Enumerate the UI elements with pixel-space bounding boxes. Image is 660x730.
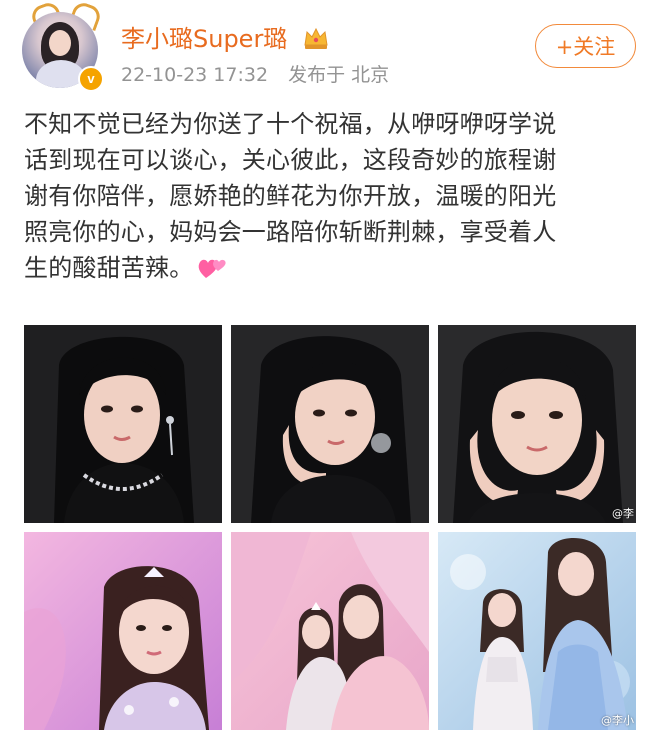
follow-button[interactable]: +关注 xyxy=(535,24,636,68)
photo-6-watermark: @李小 xyxy=(601,714,634,727)
photo-3-watermark: @李 xyxy=(612,507,634,520)
post-body: 不知不觉已经为你送了十个祝福，从咿呀咿呀学说 话到现在可以谈心，关心彼此，这段奇… xyxy=(24,106,644,286)
photo-2[interactable] xyxy=(231,325,429,523)
post-text-line-5-wrap: 生的酸甜苦辣。 xyxy=(24,250,644,286)
post-text-line-3: 谢有你陪伴，愿娇艳的鲜花为你开放，温暖的阳光 xyxy=(24,182,557,210)
crown-icon xyxy=(304,27,328,49)
photo-4[interactable] xyxy=(24,532,222,730)
post-meta: 22-10-23 17:32 发布于 北京 xyxy=(121,62,403,88)
photo-5[interactable] xyxy=(231,532,429,730)
post-text-line-1: 不知不觉已经为你送了十个祝福，从咿呀咿呀学说 xyxy=(24,110,557,138)
verified-badge-icon: v xyxy=(78,66,104,92)
post-text-line-2: 话到现在可以谈心，关心彼此，这段奇妙的旅程谢 xyxy=(24,146,557,174)
photo-1[interactable] xyxy=(24,325,222,523)
photo-6[interactable]: @李小 xyxy=(438,532,636,730)
username-link[interactable]: 李小璐Super璐 xyxy=(121,24,287,54)
post-timestamp: 22-10-23 17:32 xyxy=(121,64,269,86)
two-hearts-icon xyxy=(199,259,227,278)
photo-3[interactable]: @李 xyxy=(438,325,636,523)
user-avatar[interactable]: v xyxy=(20,0,104,92)
post-text-line-4: 照亮你的心，妈妈会一路陪你斩断荆棘，享受着人 xyxy=(24,218,557,246)
post-text-line-5: 生的酸甜苦辣。 xyxy=(24,254,194,282)
post-header: v 李小璐Super璐 22-10-23 17:32 发布于 北京 +关注 xyxy=(0,0,660,100)
post-location: 发布于 北京 xyxy=(288,64,390,86)
